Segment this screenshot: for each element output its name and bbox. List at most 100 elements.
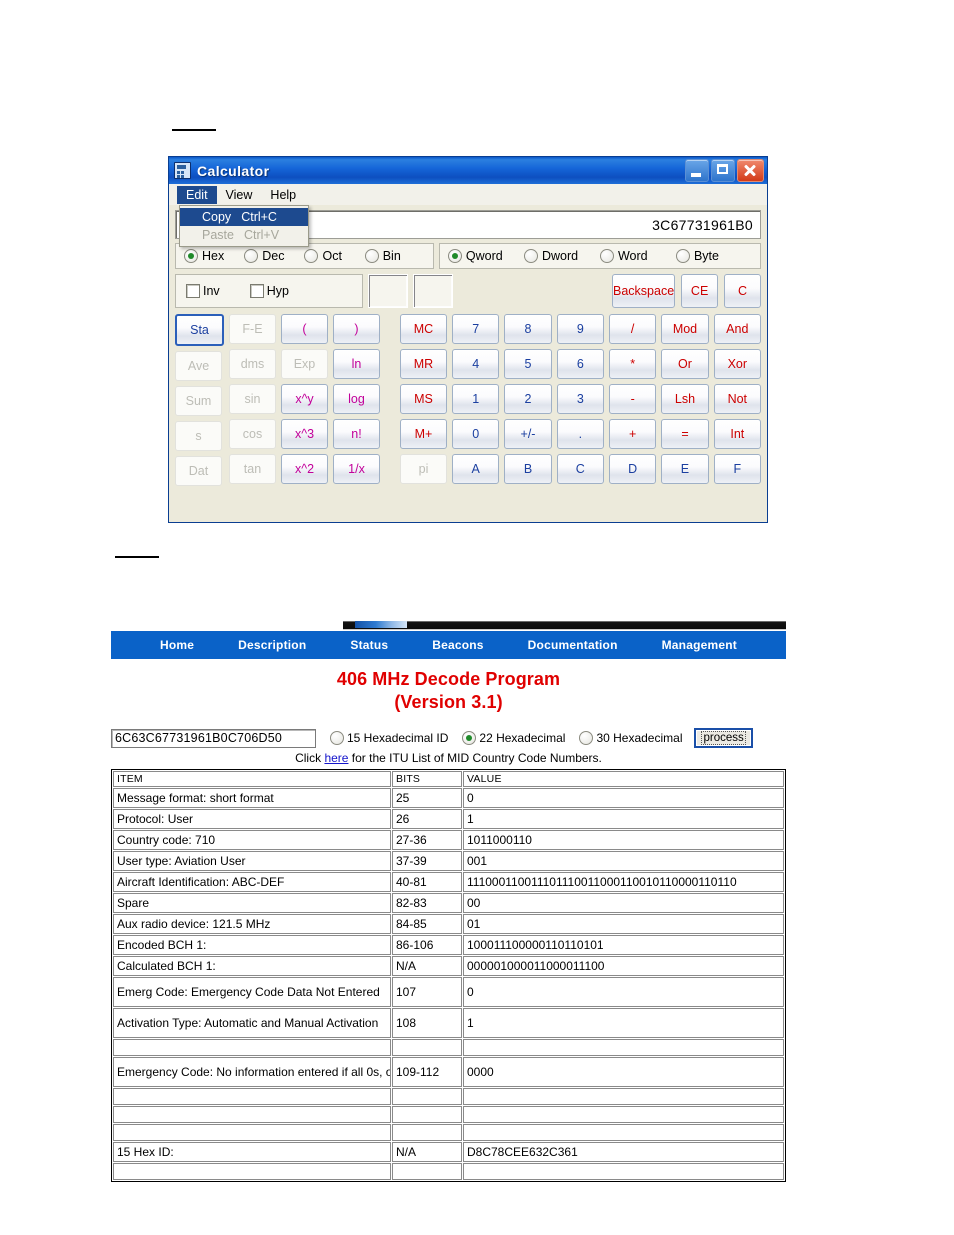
x-pow-y-button[interactable]: x^y <box>281 384 328 414</box>
key-7[interactable]: 7 <box>452 314 500 344</box>
key-divide[interactable]: / <box>608 314 657 344</box>
menu-item-paste[interactable]: Paste Ctrl+V <box>180 226 308 244</box>
dms-button[interactable]: dms <box>229 349 276 379</box>
ln-button[interactable]: ln <box>333 349 380 379</box>
log-button[interactable]: log <box>333 384 380 414</box>
close-icon[interactable] <box>737 159 764 182</box>
key-1[interactable]: 1 <box>452 384 500 414</box>
table-row: Aircraft Identification: ABC-DEF 40-81 111… <box>113 872 784 893</box>
key-4[interactable]: 4 <box>452 349 500 379</box>
key-6[interactable]: 6 <box>556 349 604 379</box>
mc-button[interactable]: MC <box>400 314 447 344</box>
radio-30-hex[interactable]: 30 Hexadecimal <box>579 731 682 746</box>
mr-button[interactable]: MR <box>400 349 447 379</box>
radio-word[interactable]: Word <box>599 249 676 263</box>
calculator-icon <box>174 162 191 179</box>
factorial-button[interactable]: n! <box>333 419 380 449</box>
key-and[interactable]: And <box>713 314 761 344</box>
maximize-icon[interactable] <box>711 159 735 182</box>
cos-button[interactable]: cos <box>229 419 276 449</box>
nav-status[interactable]: Status <box>328 638 410 652</box>
radio-oct[interactable]: Oct <box>304 249 364 263</box>
key-decimal[interactable]: . <box>556 419 604 449</box>
key-9[interactable]: 9 <box>556 314 604 344</box>
itu-list-link[interactable]: here <box>324 751 348 765</box>
sum-button[interactable]: Sum <box>175 386 222 416</box>
pi-button[interactable]: pi <box>400 454 447 484</box>
key-c[interactable]: C <box>556 454 604 484</box>
x-squared-button[interactable]: x^2 <box>281 454 328 484</box>
s-button[interactable]: s <box>175 421 222 451</box>
key-equals[interactable]: = <box>661 419 709 449</box>
radio-dword[interactable]: Dword <box>523 249 600 263</box>
checkbox-hyp[interactable]: Hyp <box>249 284 289 298</box>
key-lsh[interactable]: Lsh <box>661 384 709 414</box>
nav-home[interactable]: Home <box>138 638 216 652</box>
checkbox-hyp-box <box>249 284 264 298</box>
nav-beacons[interactable]: Beacons <box>410 638 505 652</box>
key-multiply[interactable]: * <box>608 349 657 379</box>
numeric-keypad: 7 8 9 / Mod And 4 5 6 * Or Xor 1 2 3 - L… <box>452 314 761 486</box>
row-bits <box>392 1124 462 1142</box>
menu-item-copy[interactable]: Copy Ctrl+C <box>180 208 308 226</box>
menu-item-paste-label: Paste <box>202 228 234 242</box>
sin-button[interactable]: sin <box>229 384 276 414</box>
key-f[interactable]: F <box>713 454 761 484</box>
x-cubed-button[interactable]: x^3 <box>281 419 328 449</box>
key-b[interactable]: B <box>504 454 552 484</box>
key-sign[interactable]: +/- <box>504 419 552 449</box>
backspace-button[interactable]: Backspace <box>612 274 676 308</box>
row-value <box>463 1088 784 1106</box>
row-value: 1110001100111011100110001100101100001101… <box>463 872 784 893</box>
fe-button[interactable]: F-E <box>229 314 276 344</box>
row-bits: 37-39 <box>392 851 462 872</box>
key-or[interactable]: Or <box>661 349 709 379</box>
key-2[interactable]: 2 <box>504 384 552 414</box>
ce-button[interactable]: CE <box>681 274 719 308</box>
radio-qword[interactable]: Qword <box>447 249 524 263</box>
tan-button[interactable]: tan <box>229 454 276 484</box>
key-8[interactable]: 8 <box>504 314 552 344</box>
key-0[interactable]: 0 <box>452 419 500 449</box>
ave-button[interactable]: Ave <box>175 351 222 381</box>
nav-documentation[interactable]: Documentation <box>506 638 640 652</box>
key-int[interactable]: Int <box>713 419 761 449</box>
key-not[interactable]: Not <box>713 384 761 414</box>
radio-dec[interactable]: Dec <box>244 249 304 263</box>
nav-management[interactable]: Management <box>640 638 759 652</box>
radio-22-hex[interactable]: 22 Hexadecimal <box>462 731 565 746</box>
row-value: 00 <box>463 893 784 914</box>
radio-15-hex[interactable]: 15 Hexadecimal ID <box>330 731 448 746</box>
hex-input[interactable] <box>111 728 316 748</box>
table-row: User type: Aviation User 37-39 001 <box>113 851 784 872</box>
key-5[interactable]: 5 <box>504 349 552 379</box>
reciprocal-button[interactable]: 1/x <box>333 454 380 484</box>
key-xor[interactable]: Xor <box>713 349 761 379</box>
key-minus[interactable]: - <box>608 384 657 414</box>
radio-hex[interactable]: Hex <box>184 249 244 263</box>
key-a[interactable]: A <box>452 454 500 484</box>
open-paren-button[interactable]: ( <box>281 314 328 344</box>
sta-button[interactable]: Sta <box>175 314 224 346</box>
close-paren-button[interactable]: ) <box>333 314 380 344</box>
key-mod[interactable]: Mod <box>661 314 709 344</box>
key-d[interactable]: D <box>608 454 657 484</box>
nav-description[interactable]: Description <box>216 638 328 652</box>
checkbox-inv[interactable]: Inv <box>186 284 220 298</box>
minimize-icon[interactable] <box>685 159 709 182</box>
key-plus[interactable]: + <box>608 419 657 449</box>
radio-byte[interactable]: Byte <box>675 249 752 263</box>
dat-button[interactable]: Dat <box>175 456 222 486</box>
ms-button[interactable]: MS <box>400 384 447 414</box>
radio-bin[interactable]: Bin <box>364 249 425 263</box>
exp-button[interactable]: Exp <box>281 349 328 379</box>
key-e[interactable]: E <box>661 454 709 484</box>
key-3[interactable]: 3 <box>556 384 604 414</box>
menu-view[interactable]: View <box>217 186 262 204</box>
c-button[interactable]: C <box>724 274 761 308</box>
radio-bin-dot <box>364 249 379 263</box>
process-button[interactable]: process <box>694 728 753 749</box>
menu-edit[interactable]: Edit <box>177 185 217 204</box>
menu-help[interactable]: Help <box>261 186 305 204</box>
m-plus-button[interactable]: M+ <box>400 419 447 449</box>
